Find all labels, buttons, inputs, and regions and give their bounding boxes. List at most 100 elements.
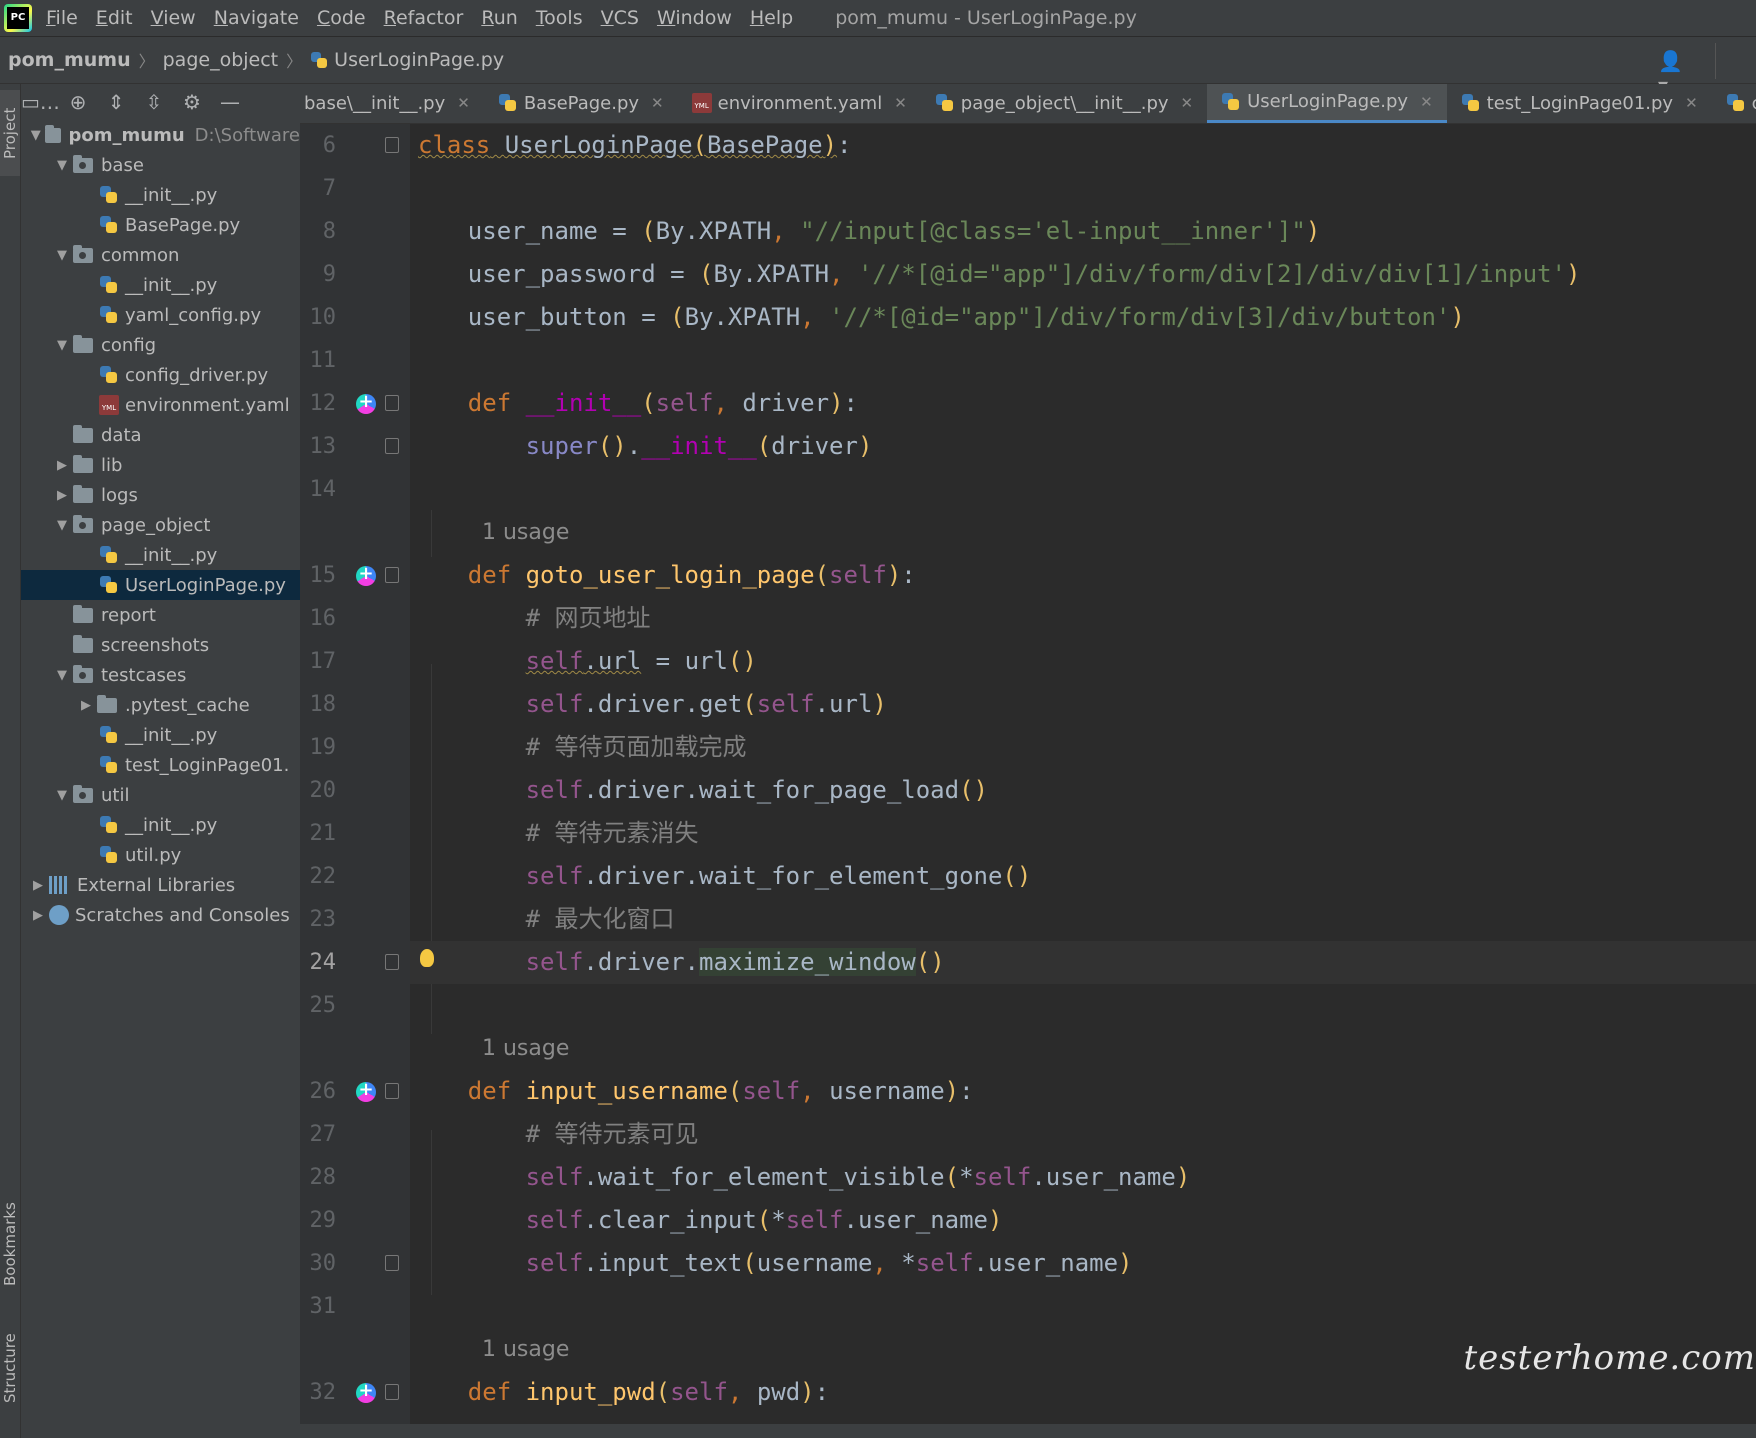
usage-hint[interactable]: 1 usage [482,1027,569,1070]
menu-vcs[interactable]: VCS [601,7,639,29]
tree-item[interactable]: yaml_config.py [21,300,300,330]
code-line[interactable]: 20 self.driver.wait_for_page_load() [300,769,1756,812]
expand-all-icon[interactable]: ⇕ [97,90,135,114]
tab-page-object-init[interactable]: page_object\__init__.py ✕ [921,84,1207,123]
code-line[interactable]: 14 [300,468,1756,511]
fold-icon[interactable] [385,954,399,970]
tree-item[interactable]: util.py [21,840,300,870]
close-icon[interactable]: ✕ [1685,94,1698,112]
fold-icon[interactable] [385,567,399,583]
code-line-current[interactable]: 24 self.driver.maximize_window() [300,941,1756,984]
code-line[interactable]: 17 self.url = url() [300,640,1756,683]
tree-item[interactable]: ▼ common [21,240,300,270]
fold-icon[interactable] [385,438,399,454]
chevron-down-icon[interactable]: ▼ [51,668,73,683]
implements-method-icon[interactable] [356,391,376,414]
implements-method-icon[interactable] [356,563,376,586]
close-icon[interactable]: ✕ [1420,93,1433,111]
menu-navigate[interactable]: Navigate [214,7,299,29]
tab-base-init[interactable]: base\__init__.py ✕ [300,84,484,123]
tree-item[interactable]: BasePage.py [21,210,300,240]
tree-item[interactable]: ▶ lib [21,450,300,480]
menu-run[interactable]: Run [481,7,517,29]
code-line[interactable]: 16 # 网页地址 [300,597,1756,640]
implements-method-icon[interactable] [356,1380,376,1403]
tree-item[interactable]: screenshots [21,630,300,660]
tree-item[interactable]: ▼ testcases [21,660,300,690]
code-line[interactable]: 11 [300,339,1756,382]
code-line[interactable]: 31 [300,1285,1756,1328]
tree-item[interactable]: ▼ config [21,330,300,360]
code-line[interactable]: 25 [300,984,1756,1027]
tree-item[interactable]: ▼ util [21,780,300,810]
chevron-right-icon[interactable]: ▶ [75,698,97,713]
run-config-icon[interactable] [1715,43,1756,79]
locate-file-icon[interactable]: ⊕ [59,90,97,114]
menu-window[interactable]: Window [657,7,732,29]
chevron-down-icon[interactable]: ▼ [27,128,45,143]
menu-view[interactable]: View [151,7,196,29]
tab-config-driver[interactable]: config_d [1712,84,1756,123]
chevron-down-icon[interactable]: ▼ [51,248,73,263]
fold-icon[interactable] [385,1083,399,1099]
code-line[interactable]: 13 super().__init__(driver) [300,425,1756,468]
tool-tab-structure[interactable]: Structure [0,1318,20,1418]
chevron-down-icon[interactable]: ▼ [51,518,73,533]
menu-file[interactable]: File [46,7,78,29]
intention-bulb-icon[interactable] [420,949,434,967]
close-icon[interactable]: ✕ [457,94,470,112]
tree-item[interactable]: __init__.py [21,270,300,300]
close-icon[interactable]: ✕ [1181,94,1194,112]
tree-item[interactable]: ▶ .pytest_cache [21,690,300,720]
tab-basepage[interactable]: BasePage.py ✕ [484,84,678,123]
chevron-right-icon[interactable]: ▶ [27,878,49,893]
code-line[interactable]: 12 def __init__(self, driver): [300,382,1756,425]
chevron-down-icon[interactable]: ▼ [51,338,73,353]
fold-icon[interactable] [385,395,399,411]
code-line[interactable]: 10 user_button = (By.XPATH, '//*[@id="ap… [300,296,1756,339]
tool-tab-bookmarks[interactable]: Bookmarks [0,1194,20,1294]
tab-environment-yaml[interactable]: YML environment.yaml ✕ [678,84,921,123]
chevron-right-icon[interactable]: ▶ [51,458,73,473]
user-account-icon[interactable]: 👤▾ [1658,49,1692,97]
code-line[interactable]: 21 # 等待元素消失 [300,812,1756,855]
tree-item[interactable]: __init__.py [21,720,300,750]
code-line[interactable]: 7 [300,167,1756,210]
code-line[interactable]: 8 user_name = (By.XPATH, "//input[@class… [300,210,1756,253]
menu-code[interactable]: Code [317,7,366,29]
tree-item-selected[interactable]: UserLoginPage.py [21,570,300,600]
fold-icon[interactable] [385,1255,399,1271]
close-icon[interactable]: ✕ [651,94,664,112]
tree-item[interactable]: YML environment.yaml [21,390,300,420]
tree-item[interactable]: ▼ base [21,150,300,180]
code-line[interactable]: 27 # 等待元素可见 [300,1113,1756,1156]
tree-item[interactable]: config_driver.py [21,360,300,390]
tree-item-scratches[interactable]: ▶ Scratches and Consoles [21,900,300,930]
menu-edit[interactable]: Edit [96,7,133,29]
code-line[interactable]: 23 # 最大化窗口 [300,898,1756,941]
code-line[interactable]: 18 self.driver.get(self.url) [300,683,1756,726]
tool-tab-project[interactable]: Project [0,90,20,176]
menu-tools[interactable]: Tools [536,7,583,29]
fold-icon[interactable] [385,137,399,153]
usage-hint[interactable]: 1 usage [482,1328,569,1371]
breadcrumb-project[interactable]: pom_mumu [8,49,131,71]
tab-userloginpage[interactable]: UserLoginPage.py ✕ [1207,84,1447,123]
tree-item[interactable]: report [21,600,300,630]
gear-icon[interactable]: ⚙ [173,90,211,114]
code-line[interactable]: 6 class UserLoginPage(BasePage): [300,124,1756,167]
tree-item-external-libraries[interactable]: ▶ External Libraries [21,870,300,900]
chevron-right-icon[interactable]: ▶ [27,908,49,923]
tab-test-loginpage01[interactable]: test_LoginPage01.py ✕ [1447,84,1712,123]
usage-hint[interactable]: 1 usage [482,511,569,554]
close-icon[interactable]: ✕ [894,94,907,112]
implements-method-icon[interactable] [356,1079,376,1102]
tree-item[interactable]: test_LoginPage01. [21,750,300,780]
tree-item[interactable]: ▼ page_object [21,510,300,540]
hide-panel-icon[interactable]: — [211,90,249,114]
tree-root[interactable]: ▼ pom_mumu D:\Software [21,120,300,150]
chevron-down-icon[interactable]: ▼ [51,788,73,803]
collapse-all-icon[interactable]: ⇳ [135,90,173,114]
tree-item[interactable]: __init__.py [21,540,300,570]
code-line[interactable]: 15 def goto_user_login_page(self): [300,554,1756,597]
